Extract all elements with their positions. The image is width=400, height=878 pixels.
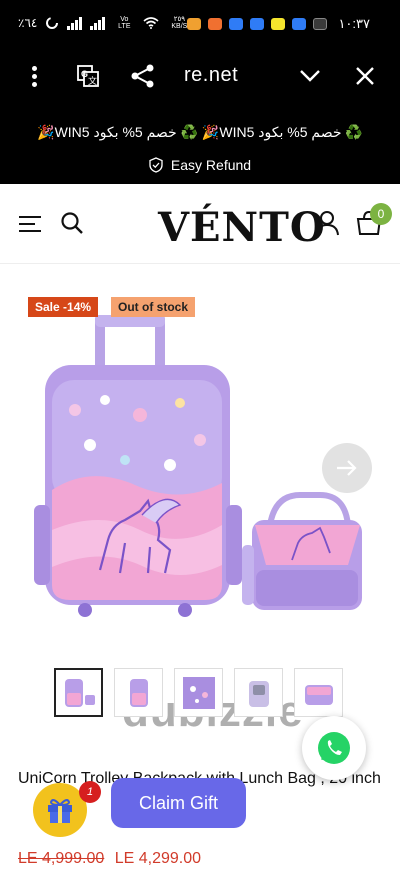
signal-icon [67, 16, 83, 30]
url-text[interactable]: re.net [184, 64, 238, 87]
whatsapp-button[interactable] [302, 716, 366, 780]
notification-icon-6 [292, 18, 307, 30]
thumbnail-3[interactable] [174, 668, 223, 717]
whatsapp-icon [318, 732, 350, 764]
price-row: LE 4,999.00 LE 4,299.00 [18, 850, 201, 868]
translate-icon[interactable]: G 文 [76, 64, 100, 88]
signal-2-icon [90, 16, 106, 30]
notification-icon-1 [187, 18, 202, 30]
cart-count-badge: 0 [370, 203, 392, 225]
notification-icon-3 [229, 18, 244, 30]
gift-count-badge: 1 [79, 781, 101, 803]
easy-refund-label: Easy Refund [170, 157, 252, 173]
share-icon[interactable] [130, 63, 156, 89]
wifi-icon [143, 17, 159, 29]
promo-banner: 🎉WIN5 خصم 5% بكود ♻️ 🎉WIN5 خصم 5% بكود ♻… [0, 106, 400, 184]
close-icon[interactable] [354, 65, 376, 87]
current-price: LE 4,299.00 [114, 850, 202, 867]
gallery-next-button[interactable] [322, 443, 372, 493]
status-bar: ٪٦٤ Vo LTE ٢٥٩ KB/S ١٠:٣٧ [0, 0, 400, 48]
clock: ١٠:٣٧ [338, 16, 370, 31]
svg-text:G: G [81, 69, 88, 79]
product-image [34, 315, 362, 617]
chevron-down-icon[interactable] [298, 66, 322, 86]
browser-toolbar: G 文 re.net [0, 48, 400, 106]
menu-icon[interactable] [18, 214, 42, 234]
easy-refund: Easy Refund [0, 157, 400, 173]
thumbnail-4[interactable] [234, 668, 283, 717]
notification-icon-7 [313, 18, 328, 30]
search-icon[interactable] [60, 211, 84, 235]
gift-icon [48, 799, 72, 823]
status-left-text: ٪٦٤ [18, 16, 38, 30]
svg-text:文: 文 [88, 75, 97, 86]
thumbnail-strip [54, 668, 344, 718]
more-vert-icon[interactable] [28, 66, 40, 88]
store-logo[interactable]: VÉNTO [158, 204, 326, 251]
thumbnail-5[interactable] [294, 668, 343, 717]
claim-gift-button[interactable]: Claim Gift [111, 778, 246, 828]
thumbnail-2[interactable] [114, 668, 163, 717]
notification-icon-4 [250, 18, 265, 30]
arrow-right-icon [337, 460, 357, 476]
promo-ticker: 🎉WIN5 خصم 5% بكود ♻️ 🎉WIN5 خصم 5% بكود ♻… [37, 124, 363, 140]
shield-check-icon [149, 157, 163, 173]
store-header: VÉNTO [0, 184, 400, 264]
snapchat-icon [271, 18, 286, 30]
sale-badge: Sale -14% [28, 297, 99, 317]
account-icon[interactable] [314, 210, 340, 236]
battery-ring-icon [46, 17, 59, 29]
network-label: Vo LTE [118, 16, 131, 30]
old-price: LE 4,999.00 [18, 850, 105, 867]
stock-badge: Out of stock [111, 297, 196, 317]
notification-icon-2 [208, 18, 223, 30]
thumbnail-1[interactable] [54, 668, 103, 717]
